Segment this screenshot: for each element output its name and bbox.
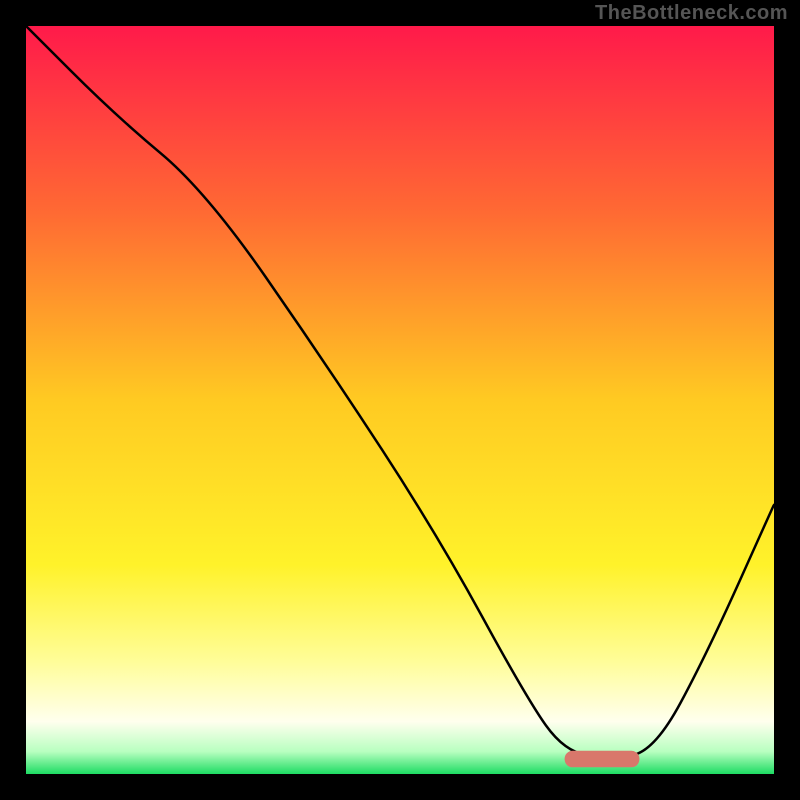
chart-plot-area [26, 26, 774, 774]
optimal-zone-marker [565, 751, 640, 768]
chart-frame: TheBottleneck.com [0, 0, 800, 800]
chart-background-gradient [26, 26, 774, 774]
chart-svg [26, 26, 774, 774]
watermark-text: TheBottleneck.com [595, 2, 788, 25]
